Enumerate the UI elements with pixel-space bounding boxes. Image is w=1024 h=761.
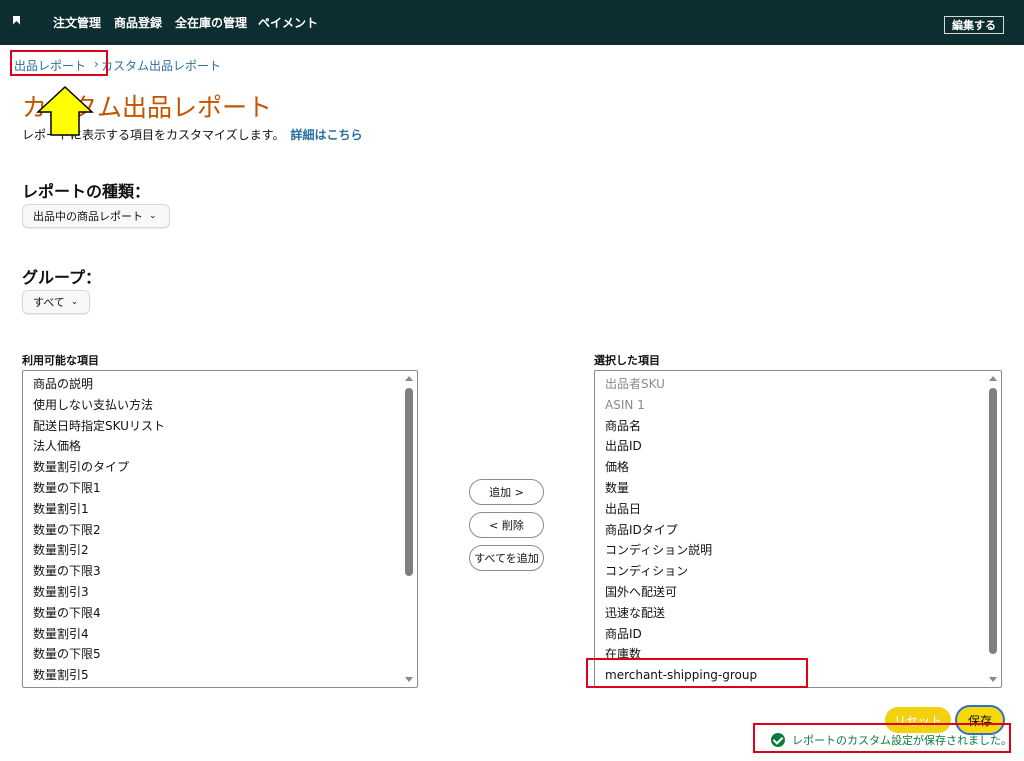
remove-button[interactable]: < 削除	[469, 512, 544, 538]
details-link[interactable]: 詳細はこちら	[290, 128, 362, 142]
available-item[interactable]: 数量の下限3	[33, 561, 417, 582]
selected-item[interactable]: 迅速な配送	[605, 603, 1001, 624]
group-label: グループ：	[22, 268, 102, 287]
selected-item[interactable]: 出品日	[605, 499, 1001, 520]
breadcrumb-current: カスタム出品レポート	[101, 59, 222, 73]
scrollbar[interactable]	[986, 372, 1000, 686]
scrollbar-thumb[interactable]	[405, 388, 413, 576]
nav-item-payments[interactable]: ペイメント	[258, 0, 318, 45]
selected-item[interactable]: 価格	[605, 457, 1001, 478]
selected-item[interactable]: コンディション	[605, 561, 1001, 582]
available-item[interactable]: 数量割引1	[33, 499, 417, 520]
highlight-box-status	[753, 723, 1011, 753]
available-item[interactable]: 数量割引4	[33, 624, 417, 645]
available-item[interactable]: 配送日時指定SKUリスト	[33, 416, 417, 437]
chevron-down-icon: ⌄	[70, 297, 79, 307]
scroll-down-icon[interactable]	[989, 677, 997, 682]
report-type-value: 出品中の商品レポート	[33, 210, 143, 223]
available-item[interactable]: 数量割引2	[33, 540, 417, 561]
selected-item[interactable]: 出品者SKU	[605, 374, 1001, 395]
scroll-down-icon[interactable]	[405, 677, 413, 682]
selected-item[interactable]: ASIN 1	[605, 395, 1001, 416]
available-items: 商品の説明 使用しない支払い方法 配送日時指定SKUリスト 法人価格 数量割引のタイプ数…	[23, 371, 417, 686]
chevron-down-icon: ⌄	[149, 211, 157, 221]
scrollbar[interactable]	[402, 372, 416, 686]
edit-nav-button[interactable]: 編集する	[944, 16, 1004, 34]
highlight-box-new-item	[586, 658, 808, 688]
add-button[interactable]: 追加 >	[469, 479, 544, 505]
selected-item[interactable]: 国外へ配送可	[605, 582, 1001, 603]
report-type-label: レポートの種類：	[22, 182, 151, 201]
available-item[interactable]: 数量の下限4	[33, 603, 417, 624]
available-item[interactable]: 数量割引のタイプ	[33, 457, 417, 478]
available-item[interactable]: 数量割引5	[33, 665, 417, 686]
selected-item[interactable]: 商品IDタイプ	[605, 520, 1001, 541]
available-item[interactable]: 法人価格	[33, 436, 417, 457]
available-items-title: 利用可能な項目	[22, 354, 99, 367]
selected-item[interactable]: 数量	[605, 478, 1001, 499]
selected-item[interactable]: 商品ID	[605, 624, 1001, 645]
available-items-list[interactable]: 商品の説明 使用しない支払い方法 配送日時指定SKUリスト 法人価格 数量割引のタイプ数…	[22, 370, 418, 688]
highlight-box-breadcrumb	[10, 50, 108, 76]
available-item[interactable]: 数量の下限2	[33, 520, 417, 541]
arrow-up-icon	[36, 85, 94, 136]
group-dropdown[interactable]: すべて ⌄	[22, 290, 90, 314]
selected-items-title: 選択した項目	[594, 354, 660, 367]
selected-items-list[interactable]: 出品者SKU ASIN 1 商品名 出品ID 価格 数量 出品日 商品IDタイプ コンディション…	[594, 370, 1002, 688]
scrollbar-thumb[interactable]	[989, 388, 997, 654]
report-type-dropdown[interactable]: 出品中の商品レポート ⌄	[22, 204, 170, 228]
add-all-button[interactable]: すべてを追加	[469, 545, 544, 571]
selected-items: 出品者SKU ASIN 1 商品名 出品ID 価格 数量 出品日 商品IDタイプ コンディション…	[595, 371, 1001, 686]
available-item[interactable]: 商品の説明	[33, 374, 417, 395]
available-item[interactable]: 数量の下限5	[33, 644, 417, 665]
scroll-up-icon[interactable]	[405, 376, 413, 381]
nav-item-orders[interactable]: 注文管理	[53, 0, 101, 45]
selected-item[interactable]: 出品ID	[605, 436, 1001, 457]
available-item[interactable]: 数量割引3	[33, 582, 417, 603]
nav-item-catalog[interactable]: 商品登録	[114, 0, 162, 45]
selected-item[interactable]: 商品名	[605, 416, 1001, 437]
nav-item-inventory[interactable]: 全在庫の管理	[175, 0, 247, 45]
scroll-up-icon[interactable]	[989, 376, 997, 381]
available-item[interactable]: 数量の下限1	[33, 478, 417, 499]
selected-item[interactable]: コンディション説明	[605, 540, 1001, 561]
bookmark-icon[interactable]	[13, 16, 20, 25]
top-nav-bar: 注文管理 商品登録 全在庫の管理 ペイメント 編集する	[0, 0, 1024, 45]
available-item[interactable]: 使用しない支払い方法	[33, 395, 417, 416]
group-value: すべて	[33, 296, 65, 309]
